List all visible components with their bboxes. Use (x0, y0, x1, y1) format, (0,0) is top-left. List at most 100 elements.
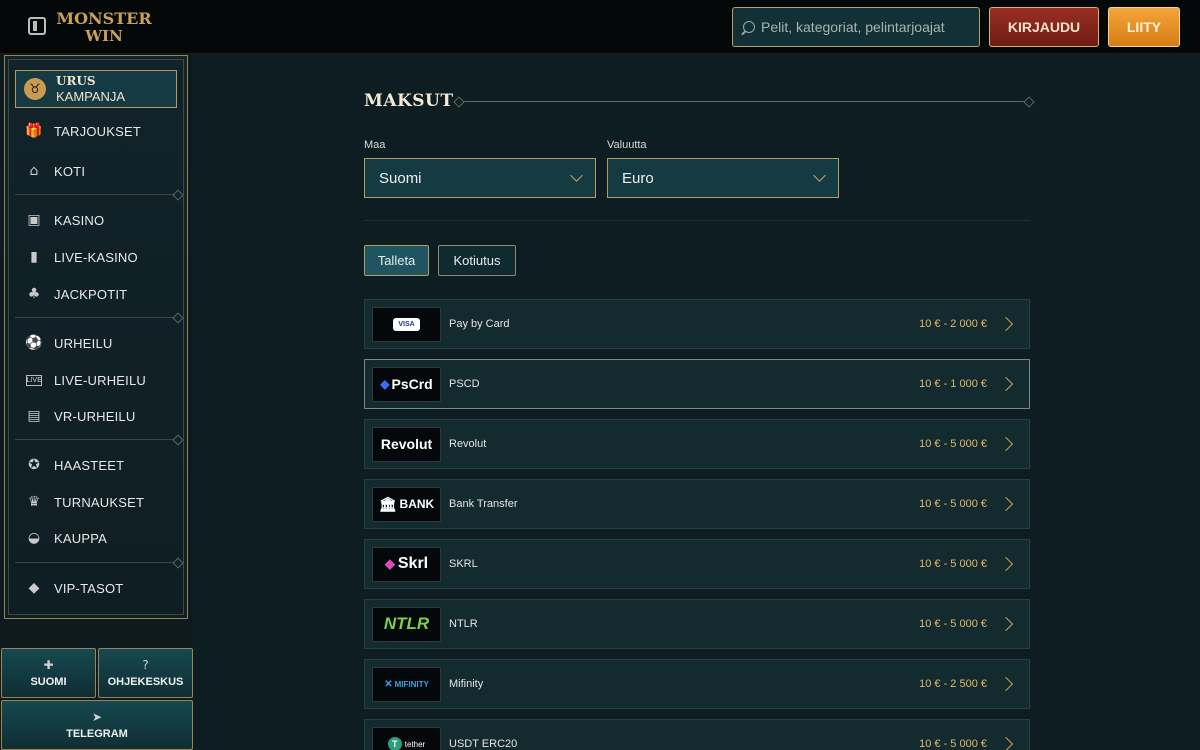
tether-logo-text: tether (404, 739, 426, 749)
currency-select[interactable]: Euro (607, 158, 839, 198)
sidebar-item-label: LIVE-URHEILU (54, 372, 146, 388)
payment-method-range: 10 € - 5 000 € (919, 738, 987, 750)
sidebar-item-vr-sports[interactable]: ▤ VR-URHEILU (15, 401, 179, 431)
chevron-down-icon (570, 169, 583, 182)
payment-method-range: 10 € - 5 000 € (919, 558, 987, 570)
promo-campaign-item[interactable]: ♉ URUS KAMPANJA (15, 70, 177, 108)
sidebar-item-label: VIP-TASOT (54, 580, 124, 596)
telegram-icon: ➤ (91, 710, 103, 724)
sidebar-divider (15, 562, 179, 563)
sidebar-item-jackpots[interactable]: ♣ JACKPOTIT (15, 279, 179, 309)
sidebar-item-home[interactable]: ⌂ KOTI (15, 156, 179, 186)
sidebar-item-shop[interactable]: ◒ KAUPPA (15, 523, 179, 553)
payment-method-row[interactable]: Revolut Revolut 10 € - 5 000 € (364, 419, 1030, 469)
sidebar-item-live-casino[interactable]: ▮ LIVE-KASINO (15, 242, 179, 272)
sidebar-item-live-sports[interactable]: LIVE LIVE-URHEILU (15, 365, 179, 395)
payment-method-range: 10 € - 2 000 € (919, 318, 987, 330)
diamond-icon: ◆ (28, 580, 40, 596)
country-select[interactable]: Suomi (364, 158, 596, 198)
sidebar-item-vip[interactable]: ◆ VIP-TASOT (15, 573, 179, 603)
home-icon: ⌂ (29, 163, 39, 179)
sidebar-item-casino[interactable]: ▣ KASINO (15, 205, 179, 235)
payment-method-row[interactable]: NTLR NTLR 10 € - 5 000 € (364, 599, 1030, 649)
mifinity-logo-text: MIFINITY (394, 679, 429, 689)
sidebar-item-label: JACKPOTIT (54, 286, 128, 302)
payment-method-range: 10 € - 5 000 € (919, 438, 987, 450)
help-center-button[interactable]: ? OHJEKESKUS (98, 648, 193, 698)
bank-logo-text: BANK (399, 497, 435, 511)
chevron-right-icon (998, 376, 1014, 392)
slot-machine-icon: ▣ (27, 212, 41, 228)
chevron-right-icon (998, 316, 1014, 332)
sidebar-item-label: KAUPPA (54, 530, 107, 546)
brand-logo[interactable]: MONSTER WIN (56, 6, 151, 48)
sidebar-item-offers[interactable]: 🎁 TARJOUKSET (15, 116, 179, 146)
sidebar-item-tournaments[interactable]: ♛ TURNAUKSET (15, 487, 179, 517)
finland-flag-icon: ✚ (43, 658, 54, 672)
payment-method-row[interactable]: Ttether USDT ERC20 10 € - 5 000 € (364, 719, 1030, 750)
help-label: OHJEKESKUS (107, 676, 184, 688)
payment-method-row[interactable]: ◆ Skrl SKRL 10 € - 5 000 € (364, 539, 1030, 589)
mifinity-logo: ✕ MIFINITY (372, 666, 441, 702)
tab-withdraw[interactable]: Kotiutus (438, 245, 516, 276)
chevron-right-icon (998, 556, 1014, 572)
sidebar-item-label: HAASTEET (54, 457, 125, 473)
telegram-button[interactable]: ➤ TELEGRAM (1, 700, 193, 750)
ntlr-logo-text: NTLR (383, 614, 430, 633)
sidebar-item-label: VR-URHEILU (54, 408, 136, 424)
search-input[interactable] (761, 19, 971, 35)
payment-method-name: Revolut (449, 438, 487, 450)
sidebar-nav: ♉ URUS KAMPANJA 🎁 TARJOUKSET ⌂ KOTI ▣ KA… (4, 55, 188, 619)
page-title: MAKSUT (364, 91, 454, 111)
skrl-logo: ◆ Skrl (372, 546, 441, 582)
sidebar-item-sports[interactable]: ⚽ URHEILU (15, 328, 179, 358)
payment-method-name: USDT ERC20 (449, 738, 518, 750)
language-label: SUOMI (30, 676, 67, 688)
logo-text-bottom: WIN (85, 27, 123, 45)
chevron-right-icon (998, 676, 1014, 692)
payment-method-row[interactable]: VISA Pay by Card 10 € - 2 000 € (364, 299, 1030, 349)
search-box[interactable] (732, 7, 980, 47)
payment-method-range: 10 € - 2 500 € (919, 678, 987, 690)
sidebar-toggle-icon[interactable] (28, 17, 46, 35)
bull-icon: ♉ (24, 78, 46, 100)
medal-icon: ✪ (28, 457, 40, 473)
tab-deposit[interactable]: Talleta (364, 245, 429, 276)
pscd-logo: ◆ PsCrd (372, 366, 441, 402)
payment-method-range: 10 € - 5 000 € (919, 498, 987, 510)
basket-icon: ◒ (27, 530, 41, 546)
sidebar-item-challenges[interactable]: ✪ HAASTEET (15, 450, 179, 480)
sidebar-item-label: URHEILU (54, 335, 113, 351)
login-button[interactable]: KIRJAUDU (989, 7, 1099, 47)
chevron-right-icon (998, 496, 1014, 512)
join-button[interactable]: LIITY (1108, 7, 1180, 47)
pscd-logo-text: PsCrd (391, 376, 433, 392)
clover-icon: ♣ (27, 286, 41, 302)
payment-method-row[interactable]: ✕ MIFINITY Mifinity 10 € - 2 500 € (364, 659, 1030, 709)
sidebar-item-label: LIVE-KASINO (54, 249, 138, 265)
chevron-down-icon (813, 169, 826, 182)
title-divider (458, 101, 1030, 102)
currency-label: Valuutta (607, 139, 647, 151)
sidebar-divider (15, 439, 179, 440)
payment-method-row[interactable]: 🏛 BANK Bank Transfer 10 € - 5 000 € (364, 479, 1030, 529)
language-button[interactable]: ✚ SUOMI (1, 648, 96, 698)
chevron-right-icon (998, 616, 1014, 632)
chevron-right-icon (998, 436, 1014, 452)
sidebar-item-label: KASINO (54, 212, 105, 228)
revolut-logo-text: Revolut (380, 436, 433, 452)
payment-method-name: Pay by Card (449, 318, 510, 330)
sidebar-divider (15, 317, 179, 318)
country-value: Suomi (379, 169, 422, 187)
sidebar-item-label: TARJOUKSET (54, 123, 141, 139)
card-logo: VISA (372, 306, 441, 342)
country-label: Maa (364, 139, 386, 151)
payment-method-name: Mifinity (449, 678, 484, 690)
sidebar-item-label: KOTI (54, 163, 86, 179)
vr-sports-icon: ▤ (27, 408, 41, 424)
bank-logo: 🏛 BANK (372, 486, 441, 522)
card-logo-text: VISA (393, 317, 420, 331)
help-icon: ? (142, 658, 149, 672)
payment-method-row[interactable]: ◆ PsCrd PSCD 10 € - 1 000 € (364, 359, 1030, 409)
ntlr-logo: NTLR (372, 606, 441, 642)
